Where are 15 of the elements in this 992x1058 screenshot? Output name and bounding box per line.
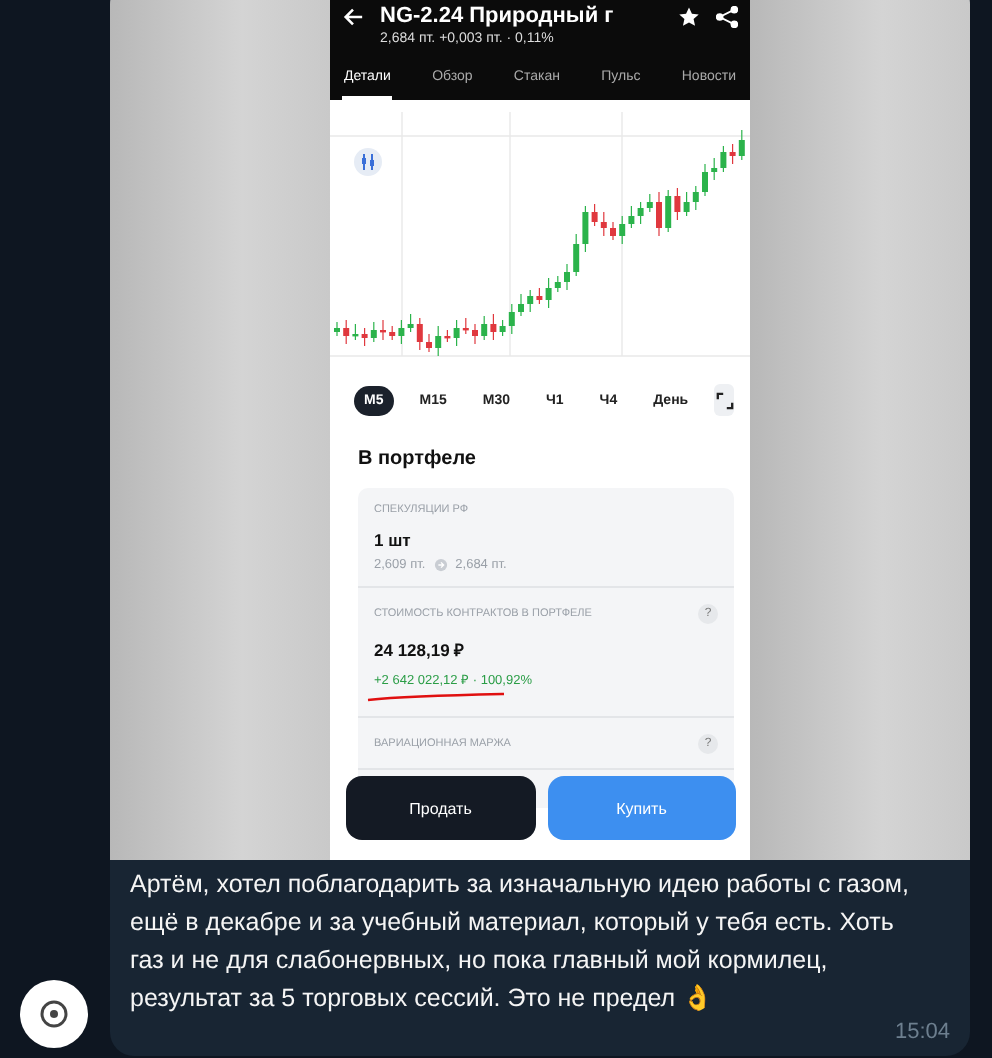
arrow-icon [433,558,448,572]
instrument-title: NG-2.24 Природный г [380,4,616,28]
field-value: 24 128,19 ₽ [374,638,467,660]
message-time: 15:04 [894,1020,950,1044]
back-arrow-icon[interactable] [342,5,364,27]
trade-button[interactable]: Продать [346,776,535,840]
section-heading: В портфеле [358,448,478,470]
message-text: Артём, хотел поблагодарить за изначальную идею работы с газом, ещё в декабре и за учебный материал, который у тебя есть. Хоть газ и не для слабонервных, но пока главный мой кормилец, результат за 5 торговых сессий. Это не предел 👌 [130,868,910,1016]
avatar[interactable] [20,980,88,1048]
indicator-icon[interactable] [354,148,382,176]
field-value: 1 шт [374,530,413,550]
underline-stroke [366,692,506,702]
share-icon[interactable] [716,5,738,27]
expand-icon[interactable] [714,384,734,416]
star-icon[interactable] [678,5,700,27]
